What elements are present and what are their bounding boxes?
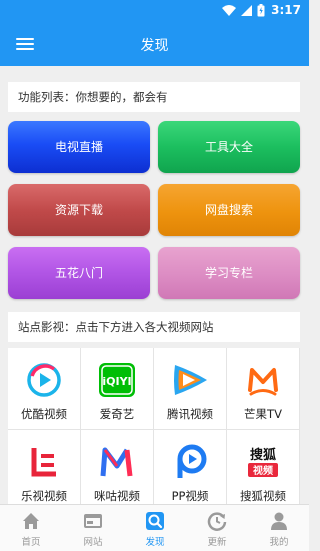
site-name: 咪咕视频 xyxy=(94,489,140,503)
function-list-label: 功能列表：你想要的，都会有 xyxy=(8,82,300,112)
video-sites-grid: 优酷视频 iQIYI 爱奇艺 腾讯视频 芒果TV 乐视视频 咪咕视频 PP视频 … xyxy=(8,348,300,504)
nav-label: 首页 xyxy=(21,537,41,548)
nav-website[interactable]: 网站 xyxy=(62,505,124,551)
site-name: 芒果TV xyxy=(244,407,282,421)
status-time: 3:17 xyxy=(271,3,301,17)
site-sohu-video[interactable]: 搜狐 视频 搜狐视频 xyxy=(227,430,300,504)
status-bar: 3:17 xyxy=(0,0,309,22)
site-youku[interactable]: 优酷视频 xyxy=(8,348,81,430)
miscellaneous-button[interactable]: 五花八门 xyxy=(8,247,150,299)
status-icons xyxy=(222,4,265,17)
site-name: 搜狐视频 xyxy=(240,489,286,503)
youku-logo-icon xyxy=(27,363,61,397)
profile-icon xyxy=(271,512,287,530)
svg-text:搜狐: 搜狐 xyxy=(250,447,276,463)
nav-label: 更新 xyxy=(207,537,227,548)
cloud-disk-search-button[interactable]: 网盘搜索 xyxy=(158,184,300,236)
signal-icon xyxy=(241,5,252,16)
study-column-button[interactable]: 学习专栏 xyxy=(158,247,300,299)
site-letv[interactable]: 乐视视频 xyxy=(8,430,81,504)
website-icon xyxy=(84,514,102,528)
nav-update[interactable]: 更新 xyxy=(186,505,248,551)
app-bar: 发现 xyxy=(0,22,309,66)
discover-search-icon xyxy=(146,512,164,530)
pp-video-logo-icon xyxy=(177,444,207,478)
site-pp-video[interactable]: PP视频 xyxy=(154,430,227,504)
letv-logo-icon xyxy=(31,448,56,477)
nav-profile[interactable]: 我的 xyxy=(248,505,310,551)
nav-discover[interactable]: 发现 xyxy=(124,505,186,551)
nav-label: 发现 xyxy=(145,537,165,548)
site-iqiyi[interactable]: iQIYI 爱奇艺 xyxy=(81,348,154,430)
svg-text:视频: 视频 xyxy=(253,464,273,477)
iqiyi-logo-icon: iQIYI xyxy=(99,363,135,397)
site-name: PP视频 xyxy=(171,489,209,503)
wifi-icon xyxy=(222,5,236,16)
bottom-navigation: 首页 网站 发现 更新 我的 xyxy=(0,504,309,551)
tencent-video-logo-icon xyxy=(174,365,207,395)
nav-home[interactable]: 首页 xyxy=(0,505,62,551)
site-name: 腾讯视频 xyxy=(167,407,213,421)
site-migu[interactable]: 咪咕视频 xyxy=(81,430,154,504)
battery-icon xyxy=(257,4,265,17)
migu-logo-icon xyxy=(100,447,133,477)
home-icon xyxy=(23,513,39,529)
sohu-video-logo-icon: 搜狐 视频 xyxy=(248,447,278,477)
nav-label: 网站 xyxy=(83,537,103,548)
nav-label: 我的 xyxy=(269,537,289,548)
video-sites-label: 站点影视：点击下方进入各大视频网站 xyxy=(8,312,300,342)
svg-text:iQIYI: iQIYI xyxy=(102,375,131,388)
tools-button[interactable]: 工具大全 xyxy=(158,121,300,173)
mango-tv-logo-icon xyxy=(248,368,278,396)
update-icon xyxy=(207,512,227,531)
page-title: 发现 xyxy=(140,38,169,54)
site-name: 爱奇艺 xyxy=(99,407,135,421)
site-tencent-video[interactable]: 腾讯视频 xyxy=(154,348,227,430)
resource-download-button[interactable]: 资源下载 xyxy=(8,184,150,236)
live-tv-button[interactable]: 电视直播 xyxy=(8,121,150,173)
site-name: 乐视视频 xyxy=(21,489,67,503)
site-mango-tv[interactable]: 芒果TV xyxy=(227,348,300,430)
site-name: 优酷视频 xyxy=(21,407,67,421)
